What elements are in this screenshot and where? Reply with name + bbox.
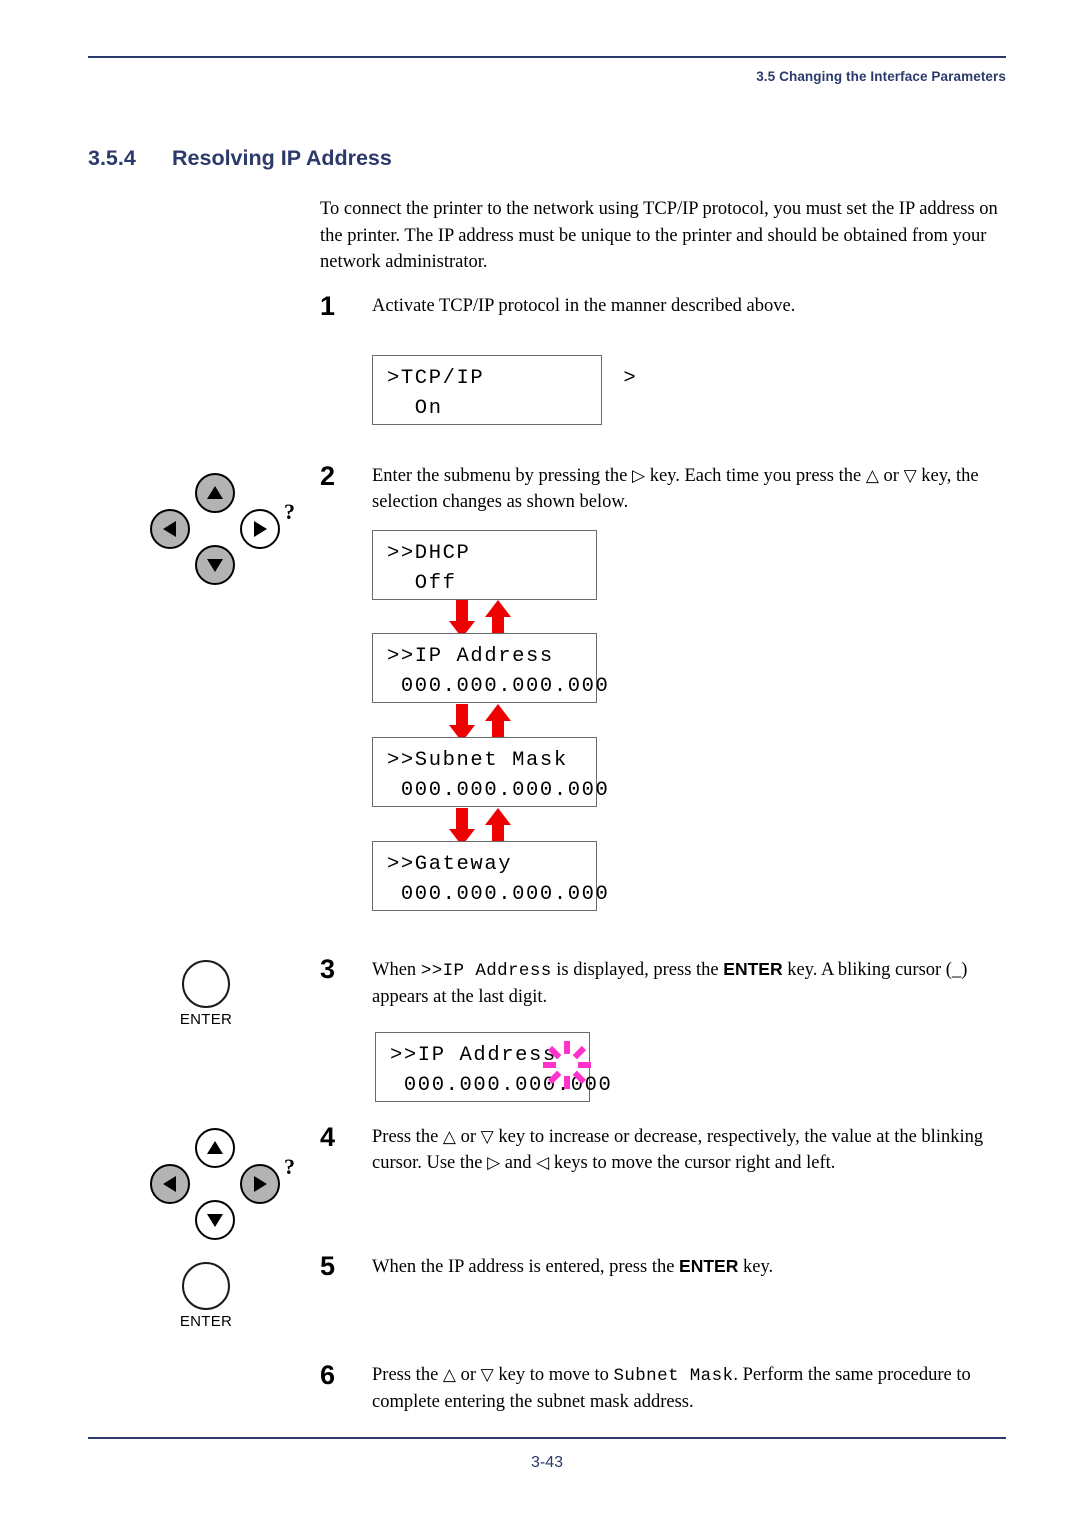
step-1-text: Activate TCP/IP protocol in the manner d… xyxy=(372,296,796,316)
lcd-panel-gateway: >>Gateway 000.000.000.000 xyxy=(372,841,610,911)
step-3-enter-keyword: ENTER xyxy=(723,959,783,979)
step-2-part2: key. Each time you press the xyxy=(645,466,866,486)
step-6: 6 Press the △ or ▽ key to move to Subnet… xyxy=(320,1362,1010,1415)
lcd-panel-dhcp: >>DHCP Off xyxy=(372,530,597,600)
step-6-number: 6 xyxy=(320,1360,336,1390)
footer-rule xyxy=(88,1437,1006,1439)
right-arrow-key[interactable] xyxy=(240,1164,280,1204)
triangle-right-inline-icon: ▷ xyxy=(631,466,646,485)
lcd-ip-line2: 000.000.000.000 xyxy=(387,675,610,698)
step-3-part2: is displayed, press the xyxy=(551,960,724,980)
step-2-text: Enter the submenu by pressing the ▷ key.… xyxy=(372,463,1010,515)
up-arrow-key[interactable] xyxy=(195,1128,235,1168)
lcd-dhcp-line2: Off xyxy=(387,572,457,595)
step-5: 5 When the IP address is entered, press … xyxy=(320,1253,1010,1280)
step-5-part2: key. xyxy=(738,1257,774,1277)
step-3-part1: When xyxy=(372,960,421,980)
lcd-gateway-line1: >>Gateway xyxy=(387,853,513,876)
step-2-part1: Enter the submenu by pressing the xyxy=(372,466,632,486)
triangle-left-icon xyxy=(163,521,176,537)
left-arrow-key[interactable] xyxy=(150,509,190,549)
lcd-tcpip-line1: >TCP/IP > xyxy=(387,367,638,390)
enter-key-label: ENTER xyxy=(179,1011,233,1028)
lcd-ip-line1: >>IP Address xyxy=(387,645,554,668)
step-5-text: When the IP address is entered, press th… xyxy=(372,1253,1010,1280)
up-arrow-key[interactable] xyxy=(195,473,235,513)
triangle-up-inline-icon: △ xyxy=(442,1127,456,1146)
step-5-number: 5 xyxy=(320,1251,336,1281)
triangle-right-icon xyxy=(254,521,267,537)
page-title: 3.5.4 Resolving IP Address xyxy=(88,146,392,171)
left-arrow-key[interactable] xyxy=(150,1164,190,1204)
lcd-panel-subnet-mask: >>Subnet Mask 000.000.000.000 xyxy=(372,737,610,807)
lcd-dhcp-line1: >>DHCP xyxy=(387,542,471,565)
step-2-number: 2 xyxy=(320,461,336,491)
help-question-icon[interactable]: ? xyxy=(284,499,295,525)
header-rule xyxy=(88,56,1006,58)
page-number: 3-43 xyxy=(530,1454,564,1471)
section-number: 3.5.4 xyxy=(88,146,136,170)
intro-paragraph: To connect the printer to the network us… xyxy=(320,199,998,272)
step-4-number: 4 xyxy=(320,1122,336,1152)
down-arrow-key[interactable] xyxy=(195,545,235,585)
triangle-up-icon xyxy=(207,486,223,499)
step-4-text: Press the △ or ▽ key to increase or decr… xyxy=(372,1124,1010,1176)
enter-key-label: ENTER xyxy=(179,1313,233,1330)
step-3-text: When >>IP Address is displayed, press th… xyxy=(372,956,1010,1010)
lcd-panel-ip-address: >>IP Address 000.000.000.000 xyxy=(372,633,610,703)
lcd-tcpip-line2: On xyxy=(387,397,443,420)
lcd-gateway-line2: 000.000.000.000 xyxy=(387,883,610,906)
step-4-and: and xyxy=(500,1153,537,1173)
document-page: { "header": { "running_title": "3.5 Chan… xyxy=(0,0,1080,1528)
triangle-down-inline-icon: ▽ xyxy=(480,1127,494,1146)
triangle-right-icon xyxy=(254,1176,267,1192)
enter-key-graphic-2: ENTER xyxy=(158,1262,254,1330)
lcd-subnet-line1: >>Subnet Mask xyxy=(387,749,568,772)
step-1: 1 Activate TCP/IP protocol in the manner… xyxy=(320,291,1010,321)
step-6-text: Press the △ or ▽ key to move to Subnet M… xyxy=(372,1362,1010,1415)
triangle-down-inline-icon: ▽ xyxy=(903,466,917,485)
step-5-part1: When the IP address is entered, press th… xyxy=(372,1257,680,1277)
triangle-right-inline-icon: ▷ xyxy=(487,1153,501,1172)
triangle-up-icon xyxy=(207,1141,223,1154)
key-cluster-arrow-keys-2: ? xyxy=(140,1128,295,1240)
triangle-down-inline-icon: ▽ xyxy=(480,1365,494,1384)
step-6-mono-subnet-mask: Subnet Mask xyxy=(613,1366,734,1386)
step-4: 4 Press the △ or ▽ key to increase or de… xyxy=(320,1124,1010,1176)
triangle-down-icon xyxy=(207,1214,223,1227)
enter-key-graphic-1: ENTER xyxy=(158,960,254,1028)
step-2: 2 Enter the submenu by pressing the ▷ ke… xyxy=(320,463,1010,515)
step-2-or: or xyxy=(878,466,904,486)
lcd-panel-tcpip: >TCP/IP > On xyxy=(372,355,638,425)
step-5-enter-keyword: ENTER xyxy=(679,1256,739,1276)
step-6-part2: key to move to xyxy=(493,1365,614,1385)
step-4-part3: keys to move the cursor right and left. xyxy=(549,1153,836,1173)
triangle-left-inline-icon: ◁ xyxy=(536,1153,550,1172)
step-3: 3 When >>IP Address is displayed, press … xyxy=(320,956,1010,1010)
blinking-cursor-starburst-icon xyxy=(540,1038,594,1092)
step-6-part1: Press the xyxy=(372,1365,443,1385)
step-6-or: or xyxy=(456,1365,481,1385)
key-cluster-arrow-keys-1: ? xyxy=(140,473,295,585)
page-footer: 3-43 xyxy=(88,1437,1006,1472)
step-3-number: 3 xyxy=(320,954,336,984)
page-header: 3.5 Changing the Interface Parameters xyxy=(88,56,1006,84)
lcd-subnet-line2: 000.000.000.000 xyxy=(387,779,610,802)
triangle-left-icon xyxy=(163,1176,176,1192)
step-1-number: 1 xyxy=(320,291,336,321)
step-3-mono-ip-address: >>IP Address xyxy=(420,961,552,981)
triangle-up-inline-icon: △ xyxy=(442,1365,456,1384)
enter-key-button[interactable] xyxy=(182,1262,230,1310)
triangle-down-icon xyxy=(207,559,223,572)
right-arrow-key[interactable] xyxy=(240,509,280,549)
running-header-title: 3.5 Changing the Interface Parameters xyxy=(756,69,1006,84)
section-title: Resolving IP Address xyxy=(172,146,392,170)
step-4-or: or xyxy=(456,1127,481,1147)
step-4-part1: Press the xyxy=(372,1127,443,1147)
help-question-icon[interactable]: ? xyxy=(284,1154,295,1180)
enter-key-button[interactable] xyxy=(182,960,230,1008)
down-arrow-key[interactable] xyxy=(195,1200,235,1240)
triangle-up-inline-icon: △ xyxy=(865,466,879,485)
